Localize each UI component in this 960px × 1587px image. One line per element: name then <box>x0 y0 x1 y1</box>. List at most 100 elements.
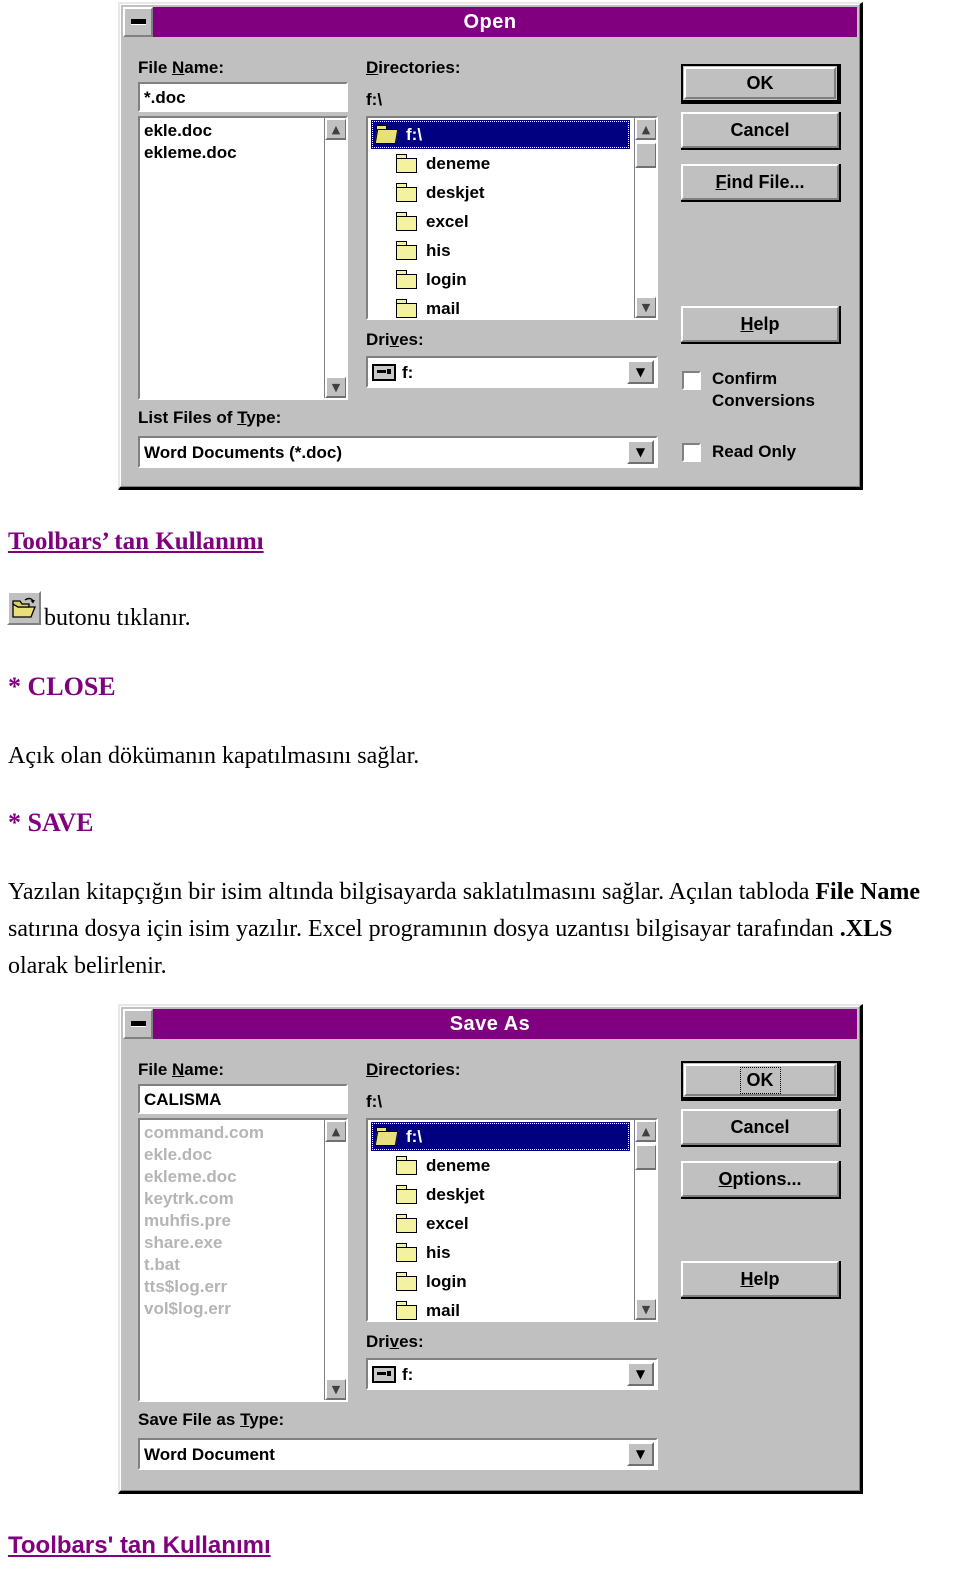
close-body: Açık olan dökümanın kapatılmasını sağlar… <box>8 743 420 769</box>
drives-combo[interactable]: f: ▼ <box>366 356 658 388</box>
folder-icon <box>395 1243 419 1262</box>
folder-icon <box>395 299 419 318</box>
tree-item-excel[interactable]: excel <box>371 207 630 236</box>
tree-item-label: deskjet <box>426 182 485 202</box>
directory-tree[interactable]: f:\ deneme deskjet excel his login mail … <box>366 1118 658 1322</box>
drive-icon <box>372 364 396 381</box>
file-list-scrollbar[interactable]: ▲ ▼ <box>324 118 346 398</box>
folder-icon <box>395 270 419 289</box>
read-only-checkbox[interactable] <box>682 443 701 462</box>
list-item: ekleme.doc <box>144 1167 237 1186</box>
chevron-down-icon[interactable]: ▼ <box>627 440 654 464</box>
folder-icon <box>395 241 419 260</box>
list-item[interactable]: ekle.doc <box>144 120 322 142</box>
list-item: t.bat <box>144 1255 180 1274</box>
minimize-icon[interactable] <box>123 1009 153 1039</box>
options-button-label: Options... <box>718 1168 802 1189</box>
tree-item-login[interactable]: login <box>371 265 630 294</box>
file-list-scrollbar[interactable]: ▲ ▼ <box>324 1120 346 1400</box>
tree-item-deskjet[interactable]: deskjet <box>371 178 630 207</box>
list-files-type-combo[interactable]: Word Documents (*.doc) ▼ <box>138 436 658 468</box>
scroll-up-icon[interactable]: ▲ <box>635 118 656 140</box>
tree-item-deneme[interactable]: deneme <box>371 149 630 178</box>
list-item: tts$log.err <box>144 1277 228 1296</box>
scroll-down-icon[interactable]: ▼ <box>325 1378 346 1400</box>
options-button[interactable]: Options... <box>681 1161 841 1199</box>
tree-item-root[interactable]: f:\ <box>371 1122 630 1151</box>
cb-line1: Read Only <box>712 442 797 461</box>
tree-item-his[interactable]: his <box>371 1238 630 1267</box>
icon-caption: butonu tıklanır. <box>44 605 191 631</box>
save-body-bold2: .XLS <box>839 916 893 942</box>
tree-item-login[interactable]: login <box>371 1267 630 1296</box>
tree-item-label: deneme <box>426 1155 491 1175</box>
cancel-button[interactable]: Cancel <box>681 1109 841 1147</box>
tree-item-mail[interactable]: mail <box>371 294 630 318</box>
tree-item-label: mail <box>426 298 461 318</box>
tree-item-deneme[interactable]: deneme <box>371 1151 630 1180</box>
page-title: Toolbars’ tan Kullanımı <box>8 528 264 555</box>
tree-item-label: his <box>426 240 451 260</box>
confirm-conversions-checkbox[interactable] <box>682 371 701 390</box>
file-name-label: File Name: <box>138 1060 224 1079</box>
folder-icon <box>395 183 419 202</box>
scroll-down-icon[interactable]: ▼ <box>635 296 656 318</box>
folder-open-icon <box>374 1127 399 1146</box>
list-item: command.com <box>144 1123 264 1142</box>
directory-tree[interactable]: f:\ deneme deskjet excel his login mail … <box>366 116 658 320</box>
chevron-down-icon[interactable]: ▼ <box>627 360 654 384</box>
tree-item-label: login <box>426 269 467 289</box>
tree-item-label: deskjet <box>426 1184 485 1204</box>
drives-combo[interactable]: f: ▼ <box>366 1358 658 1390</box>
find-file-button[interactable]: Find File... <box>681 164 841 202</box>
save-body-part3: olarak belirlenir. <box>8 953 167 979</box>
cancel-button[interactable]: Cancel <box>681 112 841 150</box>
open-dialog-title: Open <box>463 10 517 33</box>
open-toolbar-icon[interactable] <box>7 591 41 625</box>
cb-line2: Conversions <box>712 391 815 410</box>
list-files-type-label: List Files of Type: <box>138 408 282 427</box>
chevron-down-icon[interactable]: ▼ <box>627 1442 654 1466</box>
scroll-down-icon[interactable]: ▼ <box>325 376 346 398</box>
list-files-type-value: Word Documents (*.doc) <box>144 442 343 462</box>
save-body: Yazılan kitapçığın bir isim altında bilg… <box>8 874 952 985</box>
file-name-input[interactable]: CALISMA <box>138 1084 348 1114</box>
tree-item-label: his <box>426 1242 451 1262</box>
tree-item-root[interactable]: f:\ <box>371 120 630 149</box>
file-name-input[interactable]: *.doc <box>138 82 348 112</box>
ok-button[interactable]: OK <box>681 64 841 104</box>
tree-item-excel[interactable]: excel <box>371 1209 630 1238</box>
drives-label: Drives: <box>366 1332 424 1351</box>
tree-item-his[interactable]: his <box>371 236 630 265</box>
directory-tree-scrollbar[interactable]: ▲ ▼ <box>634 1120 656 1320</box>
directory-tree-scrollbar[interactable]: ▲ ▼ <box>634 118 656 318</box>
file-list[interactable]: ekle.doc ekleme.doc ▲ ▼ <box>138 116 348 400</box>
scroll-up-icon[interactable]: ▲ <box>325 118 346 140</box>
current-path: f:\ <box>366 1092 383 1111</box>
help-button[interactable]: Help <box>681 1261 841 1299</box>
file-name-label: File Name: <box>138 58 224 77</box>
scroll-up-icon[interactable]: ▲ <box>325 1120 346 1142</box>
list-item: share.exe <box>144 1233 223 1252</box>
list-item[interactable]: ekleme.doc <box>144 142 322 164</box>
scrollbar-thumb[interactable] <box>635 142 656 168</box>
drives-value: f: <box>402 362 414 382</box>
open-dialog: Open File Name: *.doc ekle.doc ekleme.do… <box>118 2 863 490</box>
cb-line1: Confirm <box>712 369 778 388</box>
folder-icon <box>395 212 419 231</box>
tree-item-deskjet[interactable]: deskjet <box>371 1180 630 1209</box>
tree-item-label: login <box>426 1271 467 1291</box>
save-type-combo[interactable]: Word Document ▼ <box>138 1438 658 1470</box>
save-body-part1: Yazılan kitapçığın bir isim altında bilg… <box>8 879 816 905</box>
tree-item-mail[interactable]: mail <box>371 1296 630 1320</box>
minimize-icon[interactable] <box>123 7 153 37</box>
scrollbar-thumb[interactable] <box>635 1144 656 1170</box>
directories-label: Directories: <box>366 58 461 77</box>
ok-button-label: OK <box>739 1066 781 1094</box>
file-list[interactable]: command.com ekle.doc ekleme.doc keytrk.c… <box>138 1118 348 1402</box>
chevron-down-icon[interactable]: ▼ <box>627 1362 654 1386</box>
ok-button[interactable]: OK <box>681 1061 841 1101</box>
help-button[interactable]: Help <box>681 306 841 344</box>
scroll-down-icon[interactable]: ▼ <box>635 1298 656 1320</box>
scroll-up-icon[interactable]: ▲ <box>635 1120 656 1142</box>
